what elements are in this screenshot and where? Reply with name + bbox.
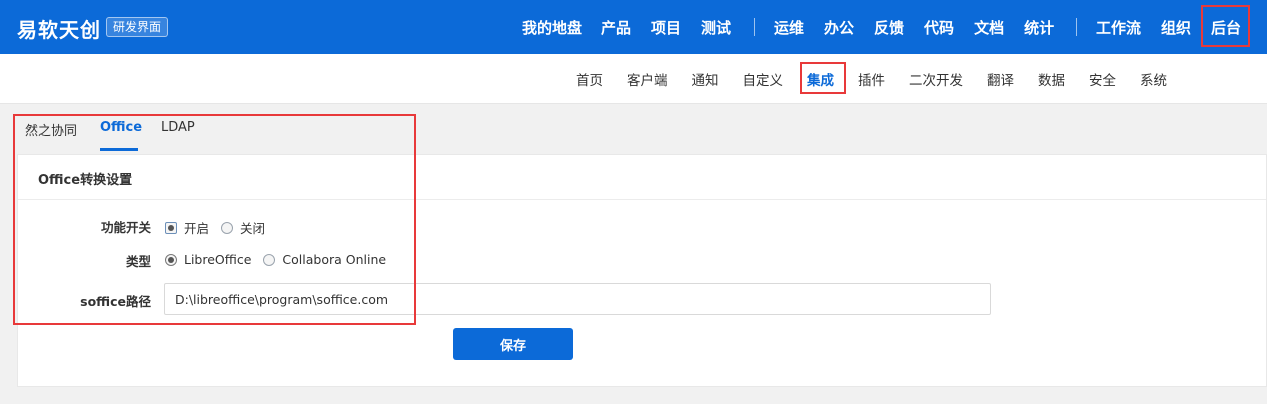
brand-badge: 研发界面	[106, 17, 169, 37]
tab-ldap[interactable]: LDAP	[161, 120, 195, 135]
active-tab-indicator	[100, 148, 138, 151]
type-radio-group: LibreOffice Collabora Online	[165, 252, 398, 267]
nav-product[interactable]: 产品	[601, 17, 631, 38]
top-navbar: 易软天创 研发界面 我的地盘 产品 项目 测试 运维 办公 反馈 代码 文档 统…	[0, 0, 1267, 54]
nav-divider	[754, 18, 755, 36]
nav-stats[interactable]: 统计	[1024, 17, 1054, 38]
admin-highlight-box	[1201, 5, 1250, 47]
radio-label: 开启	[184, 221, 210, 236]
nav-code[interactable]: 代码	[924, 17, 954, 38]
type-libreoffice[interactable]: LibreOffice	[165, 252, 251, 267]
nav-office[interactable]: 办公	[824, 17, 854, 38]
type-label: 类型	[125, 254, 151, 269]
subnav-system[interactable]: 系统	[1140, 69, 1167, 89]
nav-project[interactable]: 项目	[651, 17, 681, 38]
card-title: Office转换设置	[38, 173, 133, 188]
brand-name[interactable]: 易软天创	[17, 14, 101, 43]
type-collabora[interactable]: Collabora Online	[263, 252, 386, 267]
feature-switch-radio-group: 开启 关闭	[165, 218, 277, 237]
subnav-security[interactable]: 安全	[1089, 69, 1116, 89]
feature-switch-off[interactable]: 关闭	[221, 218, 265, 237]
subnav-home[interactable]: 首页	[576, 69, 603, 89]
save-button[interactable]: 保存	[453, 328, 573, 360]
radio-unchecked-icon	[221, 221, 234, 234]
office-settings-card: Office转换设置 功能开关 开启 关闭 类型 LibreOffice Col…	[17, 154, 1267, 387]
subnav-data[interactable]: 数据	[1038, 69, 1065, 89]
feature-switch-label: 功能开关	[100, 220, 151, 235]
top-nav-separator-2	[1076, 0, 1077, 54]
radio-checked-icon	[165, 253, 177, 266]
top-nav-group-2: 运维 办公 反馈 代码 文档 统计	[774, 0, 1054, 54]
subnav-client[interactable]: 客户端	[627, 69, 668, 89]
nav-my-dashboard[interactable]: 我的地盘	[522, 17, 582, 38]
nav-divider	[1076, 18, 1077, 36]
radio-unchecked-icon	[263, 253, 276, 266]
nav-test[interactable]: 测试	[701, 17, 731, 38]
subnav-translate[interactable]: 翻译	[987, 69, 1014, 89]
feature-switch-on[interactable]: 开启	[165, 218, 209, 237]
radio-label: Collabora Online	[282, 252, 387, 267]
nav-ops[interactable]: 运维	[774, 17, 804, 38]
radio-label: LibreOffice	[184, 252, 252, 267]
soffice-path-label: soffice路径	[80, 294, 151, 309]
top-nav-group-1: 我的地盘 产品 项目 测试	[522, 0, 731, 54]
subnav-plugins[interactable]: 插件	[858, 69, 885, 89]
integration-highlight-box	[800, 62, 846, 94]
soffice-path-input[interactable]	[164, 283, 991, 315]
card-divider	[18, 199, 1266, 200]
subnav-custom[interactable]: 自定义	[743, 69, 784, 89]
sub-navbar: 首页 客户端 通知 自定义 集成 插件 二次开发 翻译 数据 安全 系统	[0, 54, 1267, 104]
nav-docs[interactable]: 文档	[974, 17, 1004, 38]
radio-checked-icon	[165, 221, 177, 234]
tab-ranzhi[interactable]: 然之协同	[25, 120, 77, 139]
nav-feedback[interactable]: 反馈	[874, 17, 904, 38]
subnav-notify[interactable]: 通知	[692, 69, 719, 89]
subnav-secondary-dev[interactable]: 二次开发	[909, 69, 963, 89]
integration-tabs: 然之协同 Office LDAP	[0, 104, 420, 154]
nav-organization[interactable]: 组织	[1161, 17, 1191, 38]
radio-label: 关闭	[240, 221, 266, 236]
sub-nav: 首页 客户端 通知 自定义 集成 插件 二次开发 翻译 数据 安全 系统	[576, 54, 1167, 104]
tab-office[interactable]: Office	[100, 120, 142, 135]
top-nav-separator-1	[754, 0, 755, 54]
nav-workflow[interactable]: 工作流	[1096, 17, 1141, 38]
